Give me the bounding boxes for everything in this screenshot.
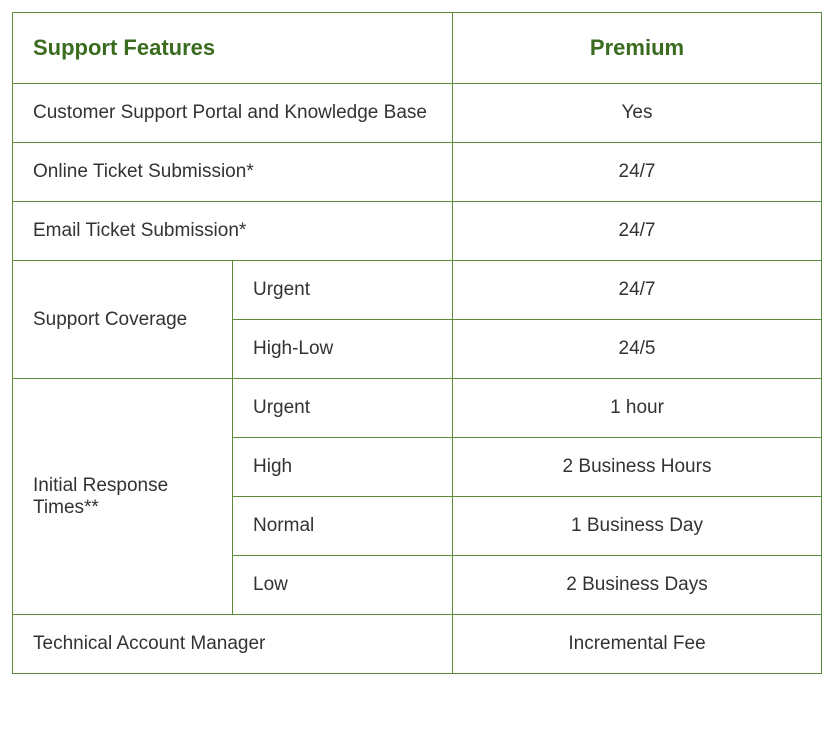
header-premium: Premium — [453, 13, 822, 84]
priority-label: Urgent — [233, 261, 453, 320]
feature-label: Online Ticket Submission* — [13, 143, 453, 202]
table-row: Initial Response Times** Urgent 1 hour — [13, 379, 822, 438]
feature-value: 2 Business Hours — [453, 438, 822, 497]
support-features-table: Support Features Premium Customer Suppor… — [12, 12, 822, 674]
feature-value: 1 hour — [453, 379, 822, 438]
feature-value: 2 Business Days — [453, 556, 822, 615]
priority-label: High-Low — [233, 320, 453, 379]
feature-label: Email Ticket Submission* — [13, 202, 453, 261]
feature-value: 24/7 — [453, 261, 822, 320]
priority-label: High — [233, 438, 453, 497]
table-row: Customer Support Portal and Knowledge Ba… — [13, 84, 822, 143]
table-row: Support Coverage Urgent 24/7 — [13, 261, 822, 320]
feature-label: Customer Support Portal and Knowledge Ba… — [13, 84, 453, 143]
feature-label: Initial Response Times** — [13, 379, 233, 615]
feature-label: Technical Account Manager — [13, 615, 453, 674]
feature-label: Support Coverage — [13, 261, 233, 379]
table-header-row: Support Features Premium — [13, 13, 822, 84]
feature-value: Yes — [453, 84, 822, 143]
priority-label: Normal — [233, 497, 453, 556]
table-row: Technical Account Manager Incremental Fe… — [13, 615, 822, 674]
feature-value: 24/7 — [453, 143, 822, 202]
priority-label: Urgent — [233, 379, 453, 438]
table-row: Email Ticket Submission* 24/7 — [13, 202, 822, 261]
header-support-features: Support Features — [13, 13, 453, 84]
feature-value: 1 Business Day — [453, 497, 822, 556]
feature-value: 24/5 — [453, 320, 822, 379]
priority-label: Low — [233, 556, 453, 615]
feature-value: 24/7 — [453, 202, 822, 261]
feature-value: Incremental Fee — [453, 615, 822, 674]
table-row: Online Ticket Submission* 24/7 — [13, 143, 822, 202]
